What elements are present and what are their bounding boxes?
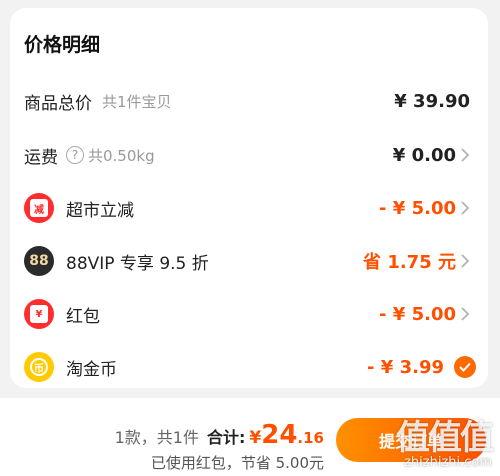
goods-total-value: ¥ 39.90 — [394, 90, 470, 112]
vip-label: 88VIP 专享 9.5 折 — [66, 253, 209, 274]
shipping-weight: 共0.50kg — [88, 146, 155, 165]
taojinbi-value: - ¥ 3.99 — [367, 356, 444, 378]
total-label: 合计: — [206, 428, 246, 447]
market-discount-value: - ¥ 5.00 — [379, 197, 456, 219]
item-count: 1款，共1件 — [114, 428, 199, 447]
vip-saved-value: 省 1.75 元 — [363, 252, 456, 273]
chevron-right-icon[interactable] — [460, 253, 476, 269]
red-packet-value: - ¥ 5.00 — [379, 303, 456, 325]
order-summary: 1款，共1件 合计: ¥24.16 — [115, 420, 324, 450]
red-packet-icon: ¥ — [24, 299, 54, 329]
vip-row[interactable]: 88 88VIP 专享 9.5 折 省 1.75 元 — [24, 244, 476, 278]
vip-88-icon: 88 — [24, 246, 54, 276]
red-packet-row[interactable]: ¥ 红包 - ¥ 5.00 — [24, 297, 476, 331]
chevron-right-icon[interactable] — [460, 147, 476, 163]
shipping-label: 运费 — [24, 147, 58, 168]
question-circle-icon[interactable]: ? — [66, 146, 84, 164]
taojinbi-row[interactable]: 币 淘金币 - ¥ 3.99 — [24, 350, 476, 384]
red-packet-label: 红包 — [66, 306, 100, 327]
shipping-value: ¥ 0.00 — [392, 144, 456, 166]
check-circle-icon[interactable] — [454, 356, 476, 378]
coin-icon: 币 — [24, 352, 54, 382]
submit-order-button[interactable]: 提交订单 — [336, 418, 486, 462]
price-detail-card: 价格明细 商品总价 共1件宝贝 ¥ 39.90 运费 ? 共0.50kg ¥ 0… — [10, 8, 488, 388]
total-price: ¥24.16 — [249, 420, 324, 450]
saved-note: 已使用红包，节省 5.00元 — [150, 454, 324, 472]
discount-icon: 减 — [24, 193, 54, 223]
card-title: 价格明细 — [24, 34, 101, 56]
chevron-right-icon[interactable] — [460, 200, 476, 216]
taojinbi-label: 淘金币 — [66, 359, 117, 380]
goods-total-label: 商品总价 — [24, 93, 92, 114]
market-discount-label: 超市立减 — [66, 200, 134, 221]
shipping-row[interactable]: 运费 ? 共0.50kg ¥ 0.00 — [24, 138, 476, 172]
goods-count: 共1件宝贝 — [102, 92, 172, 111]
goods-total-row: 商品总价 共1件宝贝 ¥ 39.90 — [24, 84, 476, 118]
market-discount-row[interactable]: 减 超市立减 - ¥ 5.00 — [24, 191, 476, 225]
chevron-right-icon[interactable] — [460, 306, 476, 322]
